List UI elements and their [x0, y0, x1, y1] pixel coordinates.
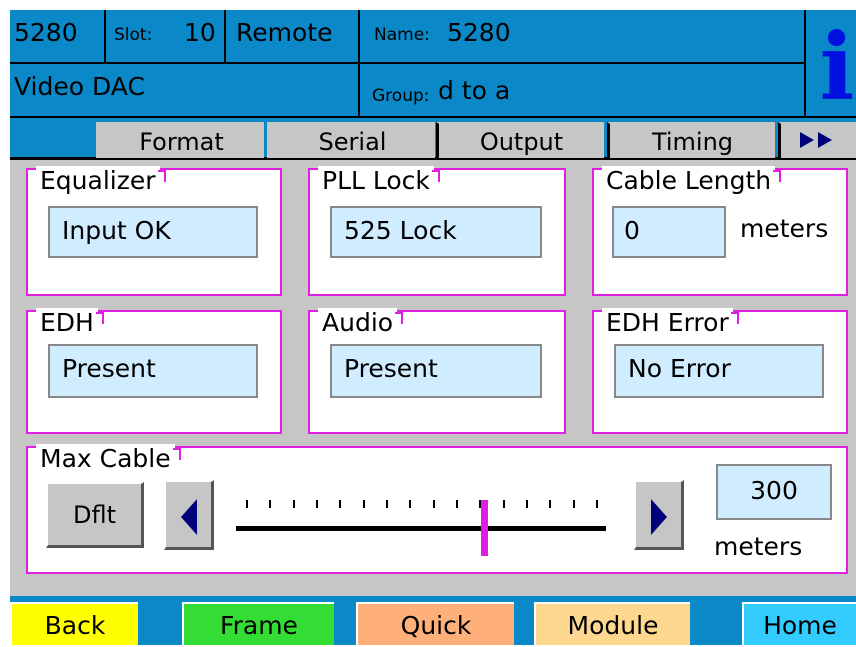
slider-tick [572, 500, 575, 508]
tab-format[interactable]: Format [96, 122, 264, 158]
decrease-button[interactable] [164, 480, 214, 550]
edh-error-status: No Error [614, 344, 824, 398]
slot-label: Slot: [114, 25, 153, 45]
edh-error-title: EDH Error [602, 308, 739, 337]
header-mode-cell: Remote [226, 10, 360, 64]
edh-panel: EDH Present [26, 308, 282, 434]
slider-track[interactable] [236, 526, 606, 533]
audio-status: Present [330, 344, 542, 398]
cable-length-panel: Cable Length 0 meters [592, 166, 848, 296]
control-screen: 5280 Slot: 10 Remote Name: 5280 Video DA… [10, 10, 856, 645]
group-label: Group: [372, 86, 430, 106]
edh-error-panel: EDH Error No Error [592, 308, 848, 434]
frame-button-label: Frame [220, 611, 298, 640]
slider-tick [596, 500, 598, 508]
arrow-left-icon [181, 499, 197, 535]
increase-button[interactable] [634, 480, 684, 550]
pll-lock-panel: PLL Lock 525 Lock [308, 166, 566, 296]
back-button-label: Back [44, 611, 106, 640]
device-type-label: Video DAC [14, 72, 145, 101]
equalizer-title: Equalizer [36, 166, 166, 195]
tab-format-label: Format [139, 128, 224, 156]
equalizer-panel: Equalizer Input OK [26, 166, 282, 296]
cable-length-unit: meters [740, 214, 829, 243]
slider-tick [292, 500, 295, 508]
name-value: 5280 [447, 18, 511, 47]
header-device-cell: Video DAC [10, 64, 360, 118]
module-button[interactable]: Module [534, 602, 690, 645]
slot-value: 10 [184, 18, 216, 47]
max-cable-value: 300 [716, 464, 832, 520]
home-button-label: Home [763, 611, 837, 640]
slider-tick [386, 500, 388, 508]
tab-output[interactable]: Output [436, 122, 604, 158]
arrow-right-icon [651, 499, 667, 535]
slider-tick [316, 500, 318, 508]
info-icon[interactable]: i [818, 21, 856, 113]
default-button[interactable]: Dflt [46, 482, 144, 548]
double-arrow-right-icon [798, 124, 840, 160]
default-button-label: Dflt [72, 501, 116, 529]
double-arrow-right-svg [799, 132, 832, 148]
slider-tick [409, 500, 412, 508]
header-model-cell: 5280 [10, 10, 106, 64]
cable-length-title: Cable Length [602, 166, 782, 195]
back-button[interactable]: Back [10, 602, 138, 645]
slider-tick [456, 500, 458, 508]
group-value: d to a [438, 76, 511, 105]
footer-bar: Back Frame Quick Module Home [10, 596, 856, 645]
mode-label: Remote [236, 18, 333, 47]
equalizer-status: Input OK [48, 206, 258, 258]
tab-serial-label: Serial [318, 128, 387, 156]
slider-tick [269, 500, 272, 508]
cable-length-value: 0 [612, 206, 726, 258]
max-cable-title: Max Cable [36, 444, 181, 473]
quick-button-label: Quick [400, 611, 472, 640]
tab-output-label: Output [479, 128, 564, 156]
module-button-label: Module [567, 611, 659, 640]
slider-tick [432, 500, 435, 508]
slider-tick [339, 500, 342, 508]
pll-lock-title: PLL Lock [318, 166, 440, 195]
header-slot-cell: Slot: 10 [106, 10, 226, 64]
header-group-cell: Group: d to a [360, 64, 806, 118]
tab-timing[interactable]: Timing [607, 122, 775, 158]
edh-status: Present [48, 344, 258, 398]
slider-thumb[interactable] [481, 500, 488, 556]
quick-button[interactable]: Quick [356, 602, 514, 645]
slider-tick [246, 500, 248, 508]
frame-button[interactable]: Frame [182, 602, 334, 645]
audio-panel: Audio Present [308, 308, 566, 434]
slider-tick [549, 500, 552, 508]
audio-title: Audio [318, 308, 404, 337]
slider-tick [362, 500, 365, 508]
tab-timing-label: Timing [651, 128, 734, 156]
max-cable-unit: meters [714, 532, 803, 561]
slider-tick [502, 500, 505, 508]
header-name-cell: Name: 5280 [360, 10, 806, 64]
name-label: Name: [374, 25, 430, 45]
tab-serial[interactable]: Serial [267, 122, 435, 158]
edh-title: EDH [36, 308, 104, 337]
tab-more[interactable] [778, 122, 856, 158]
pll-lock-status: 525 Lock [330, 206, 542, 258]
home-button[interactable]: Home [742, 602, 856, 645]
model-label: 5280 [14, 18, 78, 47]
tab-bar: Format Serial Output Timing [10, 118, 856, 160]
slider-tick [526, 500, 528, 508]
